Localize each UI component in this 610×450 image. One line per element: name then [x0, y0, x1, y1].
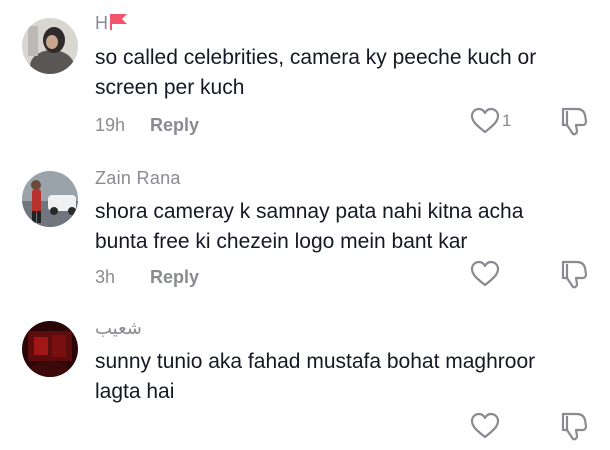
avatar[interactable]	[22, 171, 78, 227]
comment-item: Zain Rana shora cameray k samnay pata na…	[0, 150, 610, 300]
reply-button[interactable]: Reply	[150, 115, 199, 135]
comment-item: شعیب sunny tunio aka fahad mustafa bohat…	[0, 300, 610, 450]
comment-meta: 19h Reply	[95, 115, 199, 136]
like-button[interactable]: 1	[470, 107, 522, 137]
like-count: 1	[502, 111, 512, 130]
red-flag-icon	[109, 13, 129, 36]
reply-button[interactable]: Reply	[150, 267, 199, 287]
thumbs-down-icon	[561, 412, 588, 441]
avatar[interactable]	[22, 321, 78, 377]
timestamp: 3h	[95, 267, 116, 287]
comment-text: sunny tunio aka fahad mustafa bohat magh…	[95, 350, 536, 403]
comment-text: shora cameray k samnay pata nahi kitna a…	[95, 200, 524, 253]
heart-icon	[470, 107, 500, 134]
avatar[interactable]	[22, 18, 78, 74]
dislike-button[interactable]	[557, 410, 589, 442]
username[interactable]: Zain Rana	[95, 168, 181, 189]
heart-icon	[470, 260, 500, 287]
like-button[interactable]	[470, 260, 522, 290]
username[interactable]: H	[95, 13, 129, 36]
username[interactable]: شعیب	[95, 318, 142, 339]
dislike-button[interactable]	[557, 105, 589, 137]
thumbs-down-icon	[561, 260, 588, 289]
username-text: H	[95, 13, 109, 33]
like-button[interactable]	[470, 412, 522, 442]
comment-meta: 3h Reply	[95, 267, 199, 288]
timestamp: 19h	[95, 115, 126, 135]
comment-text: so called celebrities, camera ky peeche …	[95, 46, 537, 99]
thumbs-down-icon	[561, 107, 588, 136]
dislike-button[interactable]	[557, 258, 589, 290]
comment-item: H so called celebrities, camera ky peech…	[0, 0, 610, 150]
heart-icon	[470, 412, 500, 439]
